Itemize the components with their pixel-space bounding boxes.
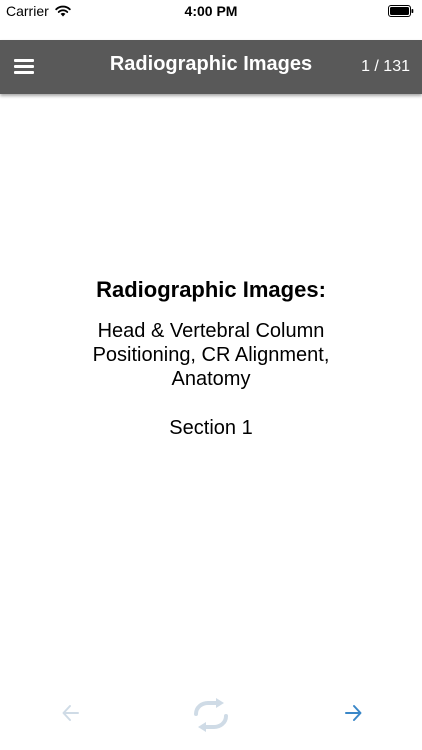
slide-content: Radiographic Images: Head & Vertebral Co… [0, 277, 422, 460]
nav-title: Radiographic Images [109, 53, 313, 75]
menu-line [14, 71, 34, 74]
battery-icon [388, 5, 414, 17]
slide-subtitle-line: Head & Vertebral Column [97, 320, 325, 342]
refresh-icon[interactable] [189, 698, 233, 732]
arrow-right-icon[interactable] [340, 700, 366, 726]
status-bar: Carrier 4:00 PM [0, 0, 422, 22]
menu-line [14, 65, 34, 68]
slide-section-label: Section 1 [169, 417, 253, 439]
hamburger-menu-icon[interactable] [12, 54, 38, 80]
slide-title: Radiographic Images: [96, 277, 326, 302]
menu-line [14, 59, 34, 62]
nav-bar: Radiographic Images 1 / 131 [0, 40, 422, 94]
status-time: 4:00 PM [184, 3, 238, 19]
bottom-toolbar [0, 690, 422, 740]
slide-subtitle-line: Positioning, CR Alignment, [92, 344, 330, 366]
page-counter: 1 / 131 [361, 58, 410, 75]
slide-subtitle-line: Anatomy [171, 368, 251, 390]
arrow-left-icon[interactable] [58, 700, 84, 726]
